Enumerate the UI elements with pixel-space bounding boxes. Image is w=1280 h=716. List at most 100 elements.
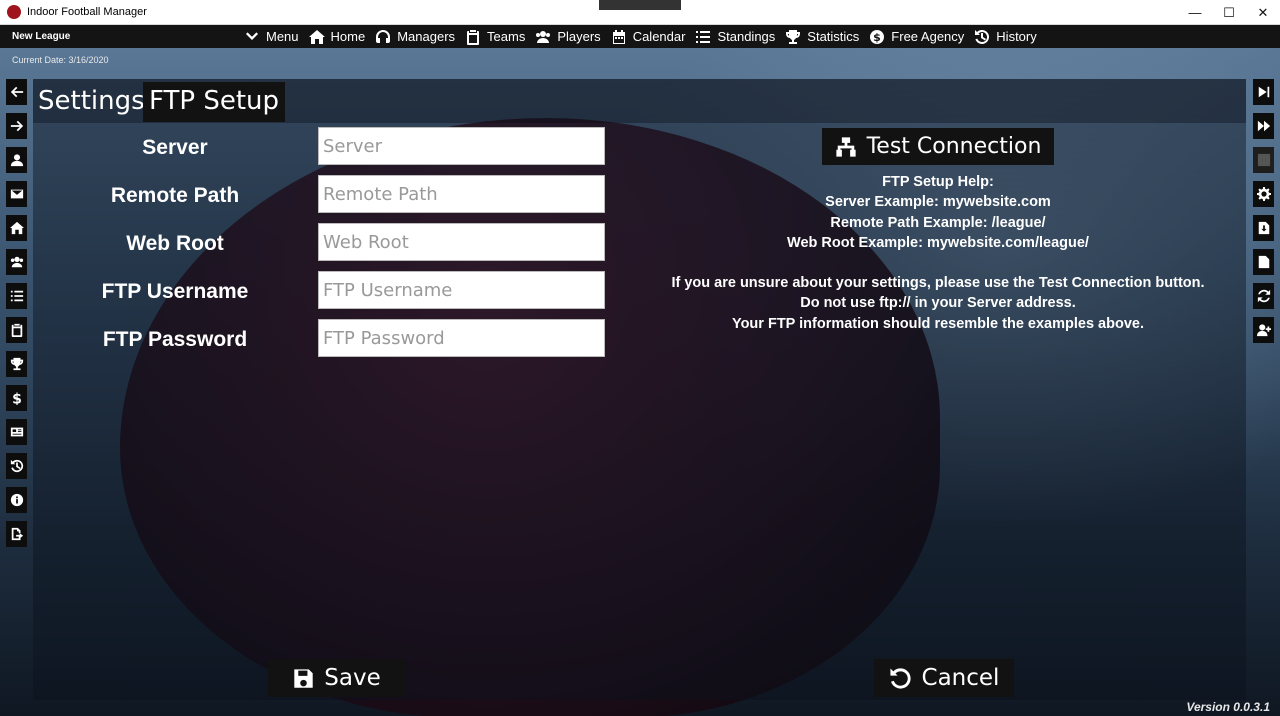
id-card-icon <box>10 427 23 437</box>
current-date: Current Date: 3/16/2020 <box>12 55 109 65</box>
download-button[interactable] <box>1253 215 1274 241</box>
file-export-icon <box>11 527 23 541</box>
disabled-button <box>1253 147 1274 173</box>
server-label: Server <box>142 136 208 159</box>
undo-icon <box>889 667 911 689</box>
ftp-password-input[interactable] <box>318 319 605 357</box>
nav-players[interactable]: Players <box>535 29 601 45</box>
nav-history[interactable]: History <box>974 29 1037 45</box>
home-icon <box>9 221 24 235</box>
web-root-input[interactable] <box>318 223 605 261</box>
players-button[interactable] <box>6 249 27 275</box>
clipboard-icon <box>11 323 22 337</box>
settings-button[interactable] <box>1253 181 1274 207</box>
fast-forward-icon <box>1257 120 1270 132</box>
dollar-icon: $ <box>12 391 22 405</box>
ftp-username-input[interactable] <box>318 271 605 309</box>
roster-card-button[interactable] <box>6 419 27 445</box>
info-button[interactable] <box>6 487 27 513</box>
back-button[interactable] <box>6 79 27 105</box>
test-connection-button[interactable]: Test Connection <box>822 128 1054 165</box>
chevron-down-icon <box>246 31 258 40</box>
import-button[interactable] <box>1253 249 1274 275</box>
server-input[interactable] <box>318 127 605 165</box>
window-titlebar: Indoor Football Manager — ☐ ✕ <box>0 0 1280 25</box>
list-icon <box>696 30 711 43</box>
minimize-button[interactable]: — <box>1178 0 1212 25</box>
nav-standings[interactable]: Standings <box>695 29 775 45</box>
file-download-icon <box>1258 221 1269 235</box>
home-icon <box>308 29 325 44</box>
nav-managers[interactable]: Managers <box>375 29 455 45</box>
nav-teams[interactable]: Teams <box>465 29 525 45</box>
profile-button[interactable] <box>6 147 27 173</box>
user-icon <box>10 154 23 167</box>
help-remote-path-example: Remote Path Example: /league/ <box>830 214 1046 231</box>
web-root-label: Web Root <box>126 232 224 255</box>
add-user-icon <box>1256 324 1271 337</box>
page-title: Settings <box>38 86 145 116</box>
top-navbar: New League Menu Home Managers Teams Play… <box>0 25 1280 48</box>
version-label: Version 0.0.3.1 <box>1186 700 1270 714</box>
export-button[interactable] <box>6 521 27 547</box>
advance-day-button[interactable] <box>1253 79 1274 105</box>
headset-icon <box>376 29 391 43</box>
maximize-button[interactable]: ☐ <box>1212 0 1246 25</box>
save-button[interactable]: Save <box>268 659 406 697</box>
envelope-icon <box>10 189 23 199</box>
messages-button[interactable] <box>6 181 27 207</box>
help-note-ftp: Do not use ftp:// in your Server address… <box>800 295 1076 312</box>
users-icon <box>10 256 23 268</box>
help-note-test: If you are unsure about your settings, p… <box>671 275 1205 292</box>
add-user-button[interactable] <box>1253 317 1274 343</box>
ftp-password-label: FTP Password <box>102 328 248 351</box>
save-icon <box>294 668 313 688</box>
trophy-icon <box>786 29 801 44</box>
clipboard-icon <box>467 29 480 45</box>
help-text: FTP Setup Help: Server Example: mywebsit… <box>640 172 1236 334</box>
nav-calendar[interactable]: Calendar <box>611 29 685 45</box>
svg-text:$: $ <box>873 31 881 44</box>
home-button[interactable] <box>6 215 27 241</box>
left-sidebar: $ <box>6 79 27 555</box>
nav-free-agency[interactable]: $ Free Agency <box>869 29 964 45</box>
statistics-button[interactable] <box>6 351 27 377</box>
help-heading: FTP Setup Help: <box>882 174 994 190</box>
forward-button[interactable] <box>6 113 27 139</box>
history-icon <box>975 29 990 44</box>
camera-notch <box>599 0 681 10</box>
close-button[interactable]: ✕ <box>1246 0 1280 25</box>
blank-icon <box>1257 153 1270 167</box>
sync-button[interactable] <box>1253 283 1274 309</box>
history-button[interactable] <box>6 453 27 479</box>
arrow-right-icon <box>10 120 23 132</box>
remote-path-label: Remote Path <box>110 184 240 207</box>
remote-path-input[interactable] <box>318 175 605 213</box>
nav-home[interactable]: Home <box>308 29 365 45</box>
sim-ahead-button[interactable] <box>1253 113 1274 139</box>
help-server-example: Server Example: mywebsite.com <box>825 194 1051 211</box>
standings-button[interactable] <box>6 283 27 309</box>
league-name: New League <box>12 31 71 42</box>
help-web-root-example: Web Root Example: mywebsite.com/league/ <box>787 234 1089 251</box>
arrow-left-icon <box>10 86 23 98</box>
calendar-icon <box>612 29 625 44</box>
step-forward-icon <box>1258 86 1269 98</box>
list-icon <box>10 290 23 302</box>
page-subtitle: FTP Setup <box>143 82 285 122</box>
help-note-examples: Your FTP information should resemble the… <box>731 315 1144 332</box>
nav-menu[interactable]: Menu <box>244 29 299 45</box>
dollar-icon: $ <box>870 29 885 44</box>
history-icon <box>10 459 23 473</box>
teams-button[interactable] <box>6 317 27 343</box>
svg-text:$: $ <box>12 391 22 405</box>
cancel-button[interactable]: Cancel <box>874 659 1014 697</box>
users-icon <box>536 30 551 43</box>
nav-statistics[interactable]: Statistics <box>785 29 859 45</box>
sync-icon <box>1257 289 1270 303</box>
finances-button[interactable]: $ <box>6 385 27 411</box>
info-icon <box>10 493 23 507</box>
window-title: Indoor Football Manager <box>27 6 147 18</box>
right-sidebar <box>1253 79 1274 351</box>
trophy-icon <box>10 357 23 371</box>
